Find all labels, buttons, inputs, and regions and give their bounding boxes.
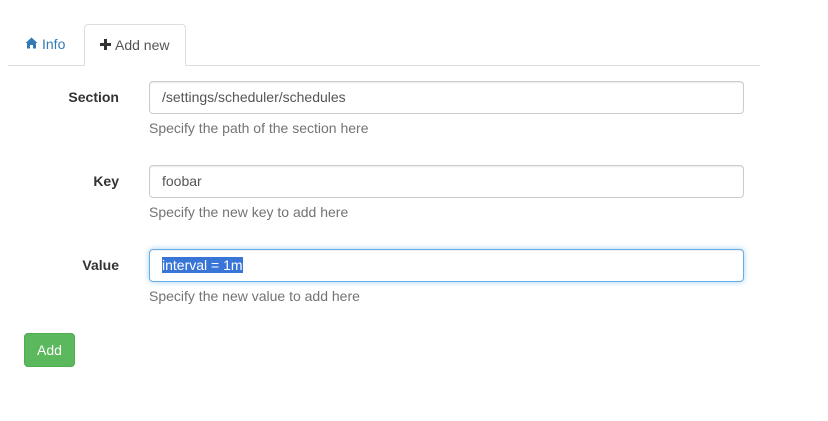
value-input[interactable]: interval = 1m: [149, 249, 744, 282]
tab-bar: Info Add new: [8, 24, 760, 66]
home-icon: [25, 24, 38, 64]
tab-add-new-label: Add new: [115, 37, 170, 53]
value-help: Specify the new value to add here: [149, 288, 360, 304]
section-input-value: /settings/scheduler/schedules: [162, 89, 346, 105]
value-input-value: interval = 1m: [162, 257, 243, 273]
tab-add-new[interactable]: Add new: [84, 24, 186, 66]
section-input[interactable]: /settings/scheduler/schedules: [149, 81, 744, 114]
plus-icon: [100, 25, 111, 65]
add-button[interactable]: Add: [24, 333, 75, 367]
section-help: Specify the path of the section here: [149, 120, 369, 136]
tab-info[interactable]: Info: [10, 24, 80, 66]
section-label: Section: [68, 89, 119, 105]
key-input[interactable]: foobar: [149, 165, 744, 198]
key-label: Key: [93, 173, 119, 189]
key-input-value: foobar: [162, 173, 202, 189]
tab-info-label: Info: [42, 36, 66, 52]
key-help: Specify the new key to add here: [149, 204, 349, 220]
value-label: Value: [82, 257, 119, 273]
